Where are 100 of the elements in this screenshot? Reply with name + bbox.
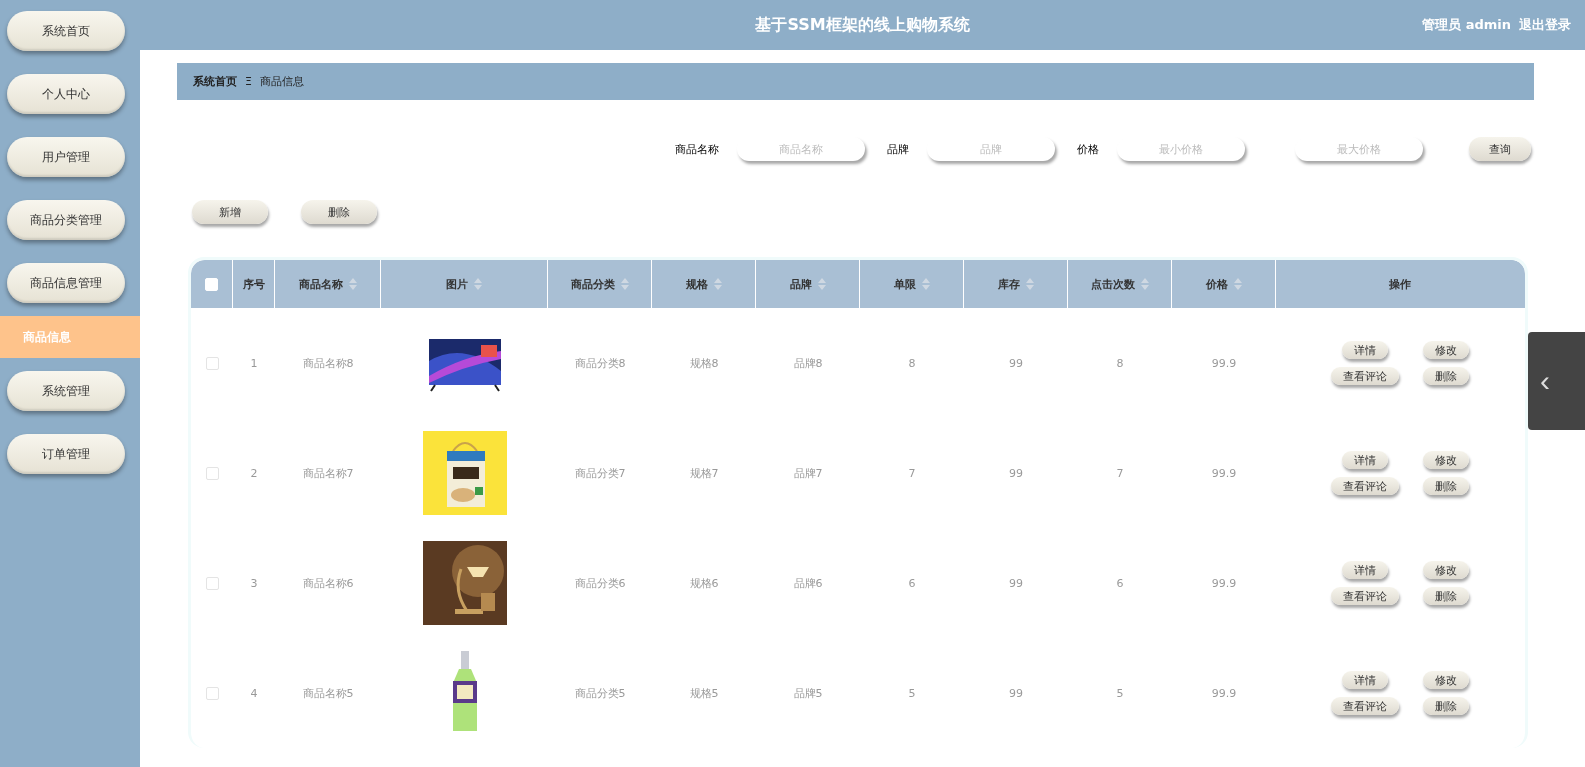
table-cell: 7 <box>1116 466 1124 480</box>
column-header: 商品分类 <box>570 276 615 292</box>
table-cell: 商品名称5 <box>302 685 354 701</box>
action-button[interactable]: 删除 <box>301 200 377 224</box>
sort-icon[interactable] <box>1140 278 1149 290</box>
select-all-checkbox[interactable] <box>205 277 218 291</box>
table-cell: 规格6 <box>689 575 719 591</box>
row-action-button[interactable]: 查看评论 <box>1331 587 1399 605</box>
column-header: 库存 <box>997 276 1020 292</box>
search-field[interactable]: 最小价格 <box>1117 137 1245 161</box>
row-action-button[interactable]: 删除 <box>1423 367 1469 385</box>
row-action-button[interactable]: 修改 <box>1423 451 1469 469</box>
column-header: 图片 <box>446 276 468 292</box>
table-cell: 99 <box>1009 356 1023 370</box>
row-action-button[interactable]: 详情 <box>1342 561 1388 579</box>
sort-icon[interactable] <box>713 278 722 290</box>
row-checkbox[interactable] <box>205 686 219 700</box>
table-cell: 规格7 <box>689 465 719 481</box>
table-cell: 商品分类7 <box>574 465 626 481</box>
column-header: 点击次数 <box>1090 276 1135 292</box>
table-cell: 规格8 <box>689 355 719 371</box>
table-cell: 2 <box>250 466 258 480</box>
sort-icon[interactable] <box>348 278 357 290</box>
table-cell: 品牌5 <box>793 685 823 701</box>
sidebar-item[interactable]: 系统管理 <box>7 371 125 411</box>
table-cell: 99.9 <box>1211 686 1237 700</box>
row-action-button[interactable]: 修改 <box>1423 561 1469 579</box>
table-cell: 6 <box>908 576 916 590</box>
table-cell: 商品名称7 <box>302 465 354 481</box>
table-cell: 99 <box>1009 686 1023 700</box>
column-header: 商品名称 <box>298 276 343 292</box>
column-header: 单限 <box>893 276 916 292</box>
table-cell: 6 <box>1116 576 1124 590</box>
breadcrumb-current: 商品信息 <box>259 74 304 89</box>
column-header: 品牌 <box>789 276 812 292</box>
row-action-button[interactable]: 详情 <box>1342 671 1388 689</box>
table-cell: 品牌6 <box>793 575 823 591</box>
table-cell: 1 <box>250 356 258 370</box>
field-label: 品牌 <box>887 141 909 157</box>
sort-icon[interactable] <box>1025 278 1034 290</box>
sort-icon[interactable] <box>474 278 482 290</box>
column-header: 序号 <box>242 276 265 292</box>
side-panel-toggle[interactable]: ‹ <box>1528 332 1585 430</box>
table-cell: 99 <box>1009 576 1023 590</box>
sort-icon[interactable] <box>1233 278 1242 290</box>
table-cell: 规格5 <box>689 685 719 701</box>
search-field[interactable]: 最大价格 <box>1295 137 1423 161</box>
table-cell: 品牌8 <box>793 355 823 371</box>
sidebar-item[interactable]: 商品信息管理 <box>7 263 125 303</box>
sidebar-item[interactable]: 商品分类管理 <box>7 200 125 240</box>
row-checkbox[interactable] <box>205 576 219 590</box>
table-cell: 99.9 <box>1211 356 1237 370</box>
row-action-button[interactable]: 查看评论 <box>1331 367 1399 385</box>
breadcrumb-link[interactable]: 系统首页 <box>193 74 237 89</box>
column-header: 价格 <box>1205 276 1228 292</box>
table-cell: 品牌7 <box>793 465 823 481</box>
search-field[interactable]: 商品名称 <box>737 137 865 161</box>
table-cell: 商品分类5 <box>574 685 626 701</box>
row-action-button[interactable]: 删除 <box>1423 697 1469 715</box>
column-header: 规格 <box>685 276 708 292</box>
table-cell: 99 <box>1009 466 1023 480</box>
action-button[interactable]: 新增 <box>192 200 268 224</box>
row-action-button[interactable]: 删除 <box>1423 587 1469 605</box>
table-cell: 7 <box>908 466 916 480</box>
row-checkbox[interactable] <box>205 466 219 480</box>
sidebar-item[interactable]: 订单管理 <box>7 434 125 474</box>
table-cell: 8 <box>1116 356 1124 370</box>
user-label: 管理员 admin <box>1422 16 1511 34</box>
table-cell: 4 <box>250 686 258 700</box>
sort-icon[interactable] <box>817 278 826 290</box>
row-action-button[interactable]: 查看评论 <box>1331 697 1399 715</box>
row-action-button[interactable]: 修改 <box>1423 341 1469 359</box>
table-cell: 商品名称6 <box>302 575 354 591</box>
table-cell: 5 <box>1116 686 1124 700</box>
table-cell: 8 <box>908 356 916 370</box>
sort-icon[interactable] <box>921 278 930 290</box>
search-field[interactable]: 品牌 <box>927 137 1055 161</box>
app-title: 基于SSM框架的线上购物系统 <box>755 14 970 36</box>
sidebar-item[interactable]: 用户管理 <box>7 137 125 177</box>
field-label: 商品名称 <box>675 141 719 157</box>
breadcrumb-separator: Ξ <box>245 75 252 88</box>
row-action-button[interactable]: 详情 <box>1342 341 1388 359</box>
table-cell: 商品分类6 <box>574 575 626 591</box>
row-action-button[interactable]: 查看评论 <box>1331 477 1399 495</box>
search-button[interactable]: 查询 <box>1469 137 1531 161</box>
table-cell: 99.9 <box>1211 466 1237 480</box>
row-action-button[interactable]: 删除 <box>1423 477 1469 495</box>
row-checkbox[interactable] <box>205 356 219 370</box>
table-cell: 99.9 <box>1211 576 1237 590</box>
table-cell: 商品名称8 <box>302 355 354 371</box>
row-action-button[interactable]: 修改 <box>1423 671 1469 689</box>
sidebar-item[interactable]: 系统首页 <box>7 11 125 51</box>
row-action-button[interactable]: 详情 <box>1342 451 1388 469</box>
sort-icon[interactable] <box>620 278 629 290</box>
table-cell: 5 <box>908 686 916 700</box>
column-header: 操作 <box>1389 276 1411 292</box>
sidebar-item[interactable]: 个人中心 <box>7 74 125 114</box>
field-label: 价格 <box>1077 141 1099 157</box>
table-cell: 3 <box>250 576 258 590</box>
table-cell: 商品分类8 <box>574 355 626 371</box>
